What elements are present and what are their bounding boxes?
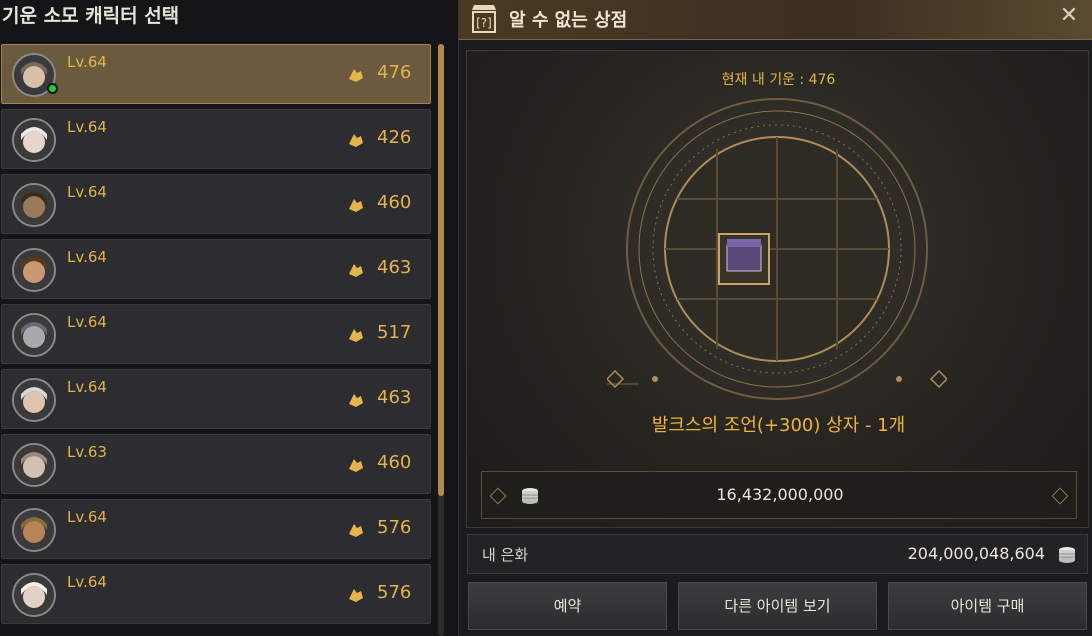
- character-level: Lv.64: [67, 378, 107, 396]
- energy-icon: [349, 459, 363, 472]
- character-row[interactable]: Lv.64 576: [1, 499, 431, 559]
- character-list: Lv.64 476 Lv.64 426 Lv.64 460 Lv.64 463 Lv.64 517…: [0, 44, 432, 629]
- shop-header: [?] 알 수 없는 상점 ✕: [459, 0, 1092, 40]
- character-level: Lv.64: [67, 508, 107, 526]
- other-items-button[interactable]: 다른 아이템 보기: [678, 582, 877, 630]
- character-row[interactable]: Lv.64 463: [1, 369, 431, 429]
- character-level: Lv.64: [67, 118, 107, 136]
- puzzle-circle-emblem: [607, 98, 947, 400]
- panel-title: 기운 소모 캐릭터 선택: [2, 5, 180, 27]
- my-currency-row: 내 은화 204,000,048,604: [467, 534, 1088, 574]
- energy-icon: [349, 134, 363, 147]
- shop-panel: [?] 알 수 없는 상점 ✕ 현재 내 기운 : 476 발크스의 조언(+3…: [458, 0, 1092, 636]
- energy-icon: [349, 264, 363, 277]
- scroll-thumb[interactable]: [438, 44, 444, 496]
- energy-icon: [349, 524, 363, 537]
- character-energy: 476: [377, 62, 412, 83]
- energy-icon: [349, 69, 363, 82]
- character-avatar: [12, 118, 56, 162]
- silver-coin-icon: [1059, 547, 1075, 563]
- svg-text:[?]: [?]: [476, 16, 492, 30]
- character-energy: 517: [377, 322, 412, 343]
- item-name: 발크스의 조언(+300) 상자 - 1개: [651, 415, 906, 436]
- character-energy: 460: [377, 192, 412, 213]
- buy-item-button[interactable]: 아이템 구매: [888, 582, 1087, 630]
- character-energy: 576: [377, 582, 412, 603]
- character-row[interactable]: Lv.63 460: [1, 434, 431, 494]
- character-level: Lv.64: [67, 53, 107, 71]
- character-avatar: [12, 248, 56, 292]
- character-energy: 463: [377, 257, 412, 278]
- shop-title: 알 수 없는 상점: [509, 10, 628, 31]
- energy-icon: [349, 589, 363, 602]
- character-row[interactable]: Lv.64 463: [1, 239, 431, 299]
- character-energy: 463: [377, 387, 412, 408]
- online-status-icon: [47, 83, 58, 94]
- character-select-panel: 기운 소모 캐릭터 선택 Lv.64 476 Lv.64 426 Lv.64 460 Lv.…: [0, 0, 458, 636]
- character-avatar: [12, 443, 56, 487]
- character-level: Lv.64: [67, 313, 107, 331]
- character-row[interactable]: Lv.64 576: [1, 564, 431, 624]
- price-bar: 16,432,000,000: [481, 471, 1077, 519]
- character-row[interactable]: Lv.64 426: [1, 109, 431, 169]
- energy-icon: [349, 329, 363, 342]
- energy-icon: [349, 394, 363, 407]
- currency-label: 내 은화: [482, 546, 529, 564]
- character-avatar: [12, 508, 56, 552]
- scrollbar[interactable]: [438, 44, 444, 636]
- character-row[interactable]: Lv.64 517: [1, 304, 431, 364]
- character-avatar: [12, 183, 56, 227]
- character-row[interactable]: Lv.64 460: [1, 174, 431, 234]
- character-level: Lv.64: [67, 248, 107, 266]
- current-energy-label: 현재 내 기운 : 476: [721, 72, 836, 88]
- character-energy: 576: [377, 517, 412, 538]
- character-row[interactable]: Lv.64 476: [1, 44, 431, 104]
- reserve-button[interactable]: 예약: [468, 582, 667, 630]
- shop-icon: [?]: [472, 5, 496, 33]
- character-avatar: [12, 313, 56, 357]
- character-avatar: [12, 573, 56, 617]
- item-display: 현재 내 기운 : 476 발크스의 조언(+300) 상자 - 1개 16,4…: [466, 50, 1089, 528]
- character-avatar: [12, 378, 56, 422]
- energy-icon: [349, 199, 363, 212]
- character-level: Lv.64: [67, 183, 107, 201]
- character-energy: 426: [377, 127, 412, 148]
- character-level: Lv.63: [67, 443, 107, 461]
- currency-value: 204,000,048,604: [907, 544, 1045, 563]
- item-price: 16,432,000,000: [716, 485, 844, 504]
- character-level: Lv.64: [67, 573, 107, 591]
- close-icon[interactable]: ✕: [1057, 4, 1081, 28]
- character-energy: 460: [377, 452, 412, 473]
